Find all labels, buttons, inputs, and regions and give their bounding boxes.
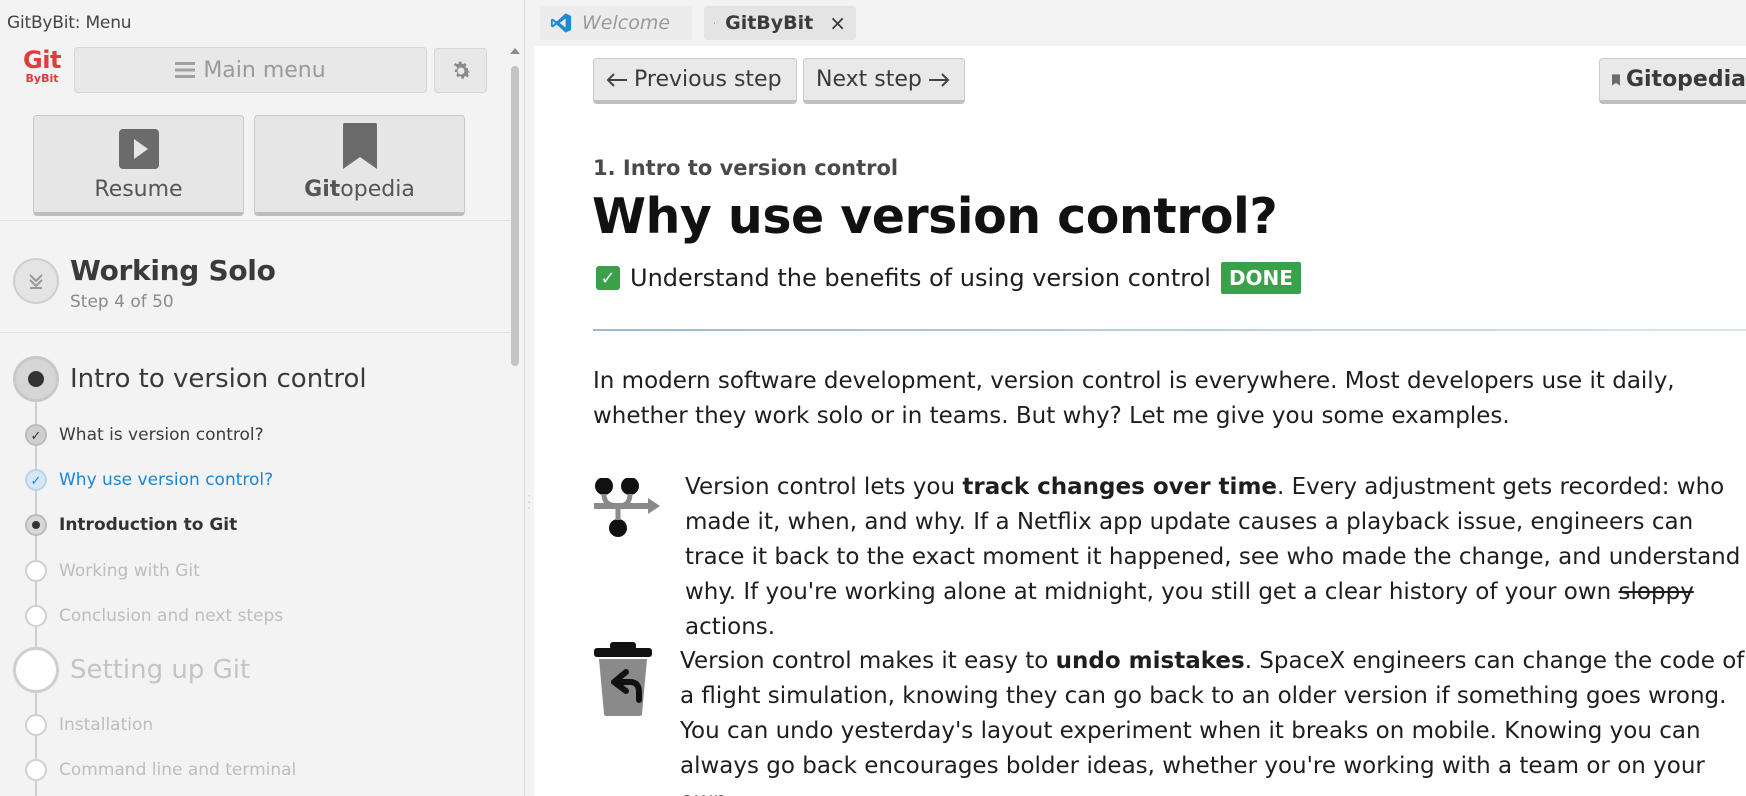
gitopedia-button[interactable]: Gitopedia <box>254 115 465 216</box>
undo-trash-icon <box>594 642 652 716</box>
tab-welcome[interactable]: Welcome <box>540 6 692 40</box>
close-icon[interactable]: × <box>829 11 846 35</box>
scrollbar-thumb[interactable] <box>511 66 519 366</box>
main-menu-button[interactable]: Main menu <box>74 47 427 93</box>
resume-button[interactable]: Resume <box>33 115 244 216</box>
editor-area: Welcome GitByBit × Previous step Next st… <box>534 0 1746 796</box>
circle-icon <box>25 605 47 627</box>
gitopedia-label-rest: opedia <box>340 177 415 202</box>
play-icon <box>118 129 159 169</box>
dot-icon <box>25 514 47 536</box>
section-node-active[interactable] <box>13 356 59 402</box>
gitbybit-logo: Git ByBit <box>20 48 64 84</box>
play-icon <box>714 22 716 24</box>
track-changes-paragraph: Version control lets you track changes o… <box>685 470 1745 645</box>
arrow-right-icon <box>928 72 950 87</box>
bookmark-icon <box>1612 73 1620 86</box>
lesson-item-label[interactable]: Introduction to Git <box>59 515 237 535</box>
menu-panel: GitByBit: Menu Git ByBit Main menu Resum… <box>0 0 525 796</box>
lesson-title: Why use version control? <box>592 188 1278 245</box>
gitopedia-label: Gitopedia <box>304 177 415 202</box>
lesson-item-label: Command line and terminal <box>59 760 297 780</box>
collapse-down-icon <box>29 274 43 289</box>
undo-mistakes-paragraph: Version control makes it easy to undo mi… <box>680 644 1746 796</box>
circle-icon <box>25 759 47 781</box>
next-step-label: Next step <box>816 67 922 92</box>
lesson-breadcrumb: 1. Intro to version control <box>593 156 899 180</box>
gitopedia-nav-label: Gitopedia <box>1625 67 1746 92</box>
settings-button[interactable] <box>434 48 487 93</box>
text-struck: sloppy <box>1618 579 1694 605</box>
check-icon: ✓ <box>25 424 47 446</box>
divider <box>593 329 1746 331</box>
circle-icon <box>25 560 47 582</box>
previous-step-label: Previous step <box>634 67 782 92</box>
gitopedia-nav-button[interactable]: Gitopedia <box>1599 58 1746 104</box>
divider <box>0 220 510 221</box>
lesson-item-label[interactable]: Why use version control? <box>59 470 273 490</box>
status-badge: DONE <box>1220 262 1301 294</box>
text-bold: undo mistakes <box>1055 648 1245 674</box>
main-menu-label: Main menu <box>203 57 326 83</box>
panel-title: GitByBit: Menu <box>7 13 132 33</box>
previous-step-button[interactable]: Previous step <box>593 58 797 104</box>
gitopedia-label-bold: Git <box>304 177 341 202</box>
next-step-button[interactable]: Next step <box>803 58 965 104</box>
course-collapse-button[interactable] <box>13 258 59 304</box>
course-title: Working Solo <box>70 254 276 287</box>
text-run: Version control lets you <box>685 474 963 500</box>
panel-splitter[interactable]: · · · <box>527 489 531 513</box>
logo-line2: ByBit <box>25 72 59 85</box>
bookmark-icon <box>342 123 377 169</box>
circle-icon <box>25 714 47 736</box>
tab-label: GitByBit <box>725 12 814 34</box>
lesson-item-label: Conclusion and next steps <box>59 606 284 626</box>
text-run: Version control makes it easy to <box>680 648 1056 674</box>
tab-gitbybit[interactable]: GitByBit × <box>704 6 856 40</box>
resume-label: Resume <box>94 177 183 202</box>
intro-paragraph: In modern software development, version … <box>593 368 1675 429</box>
goal-text: Understand the benefits of using version… <box>630 264 1211 292</box>
gear-icon <box>453 61 470 79</box>
lesson-item-label: Working with Git <box>59 561 200 581</box>
goal-row: ✓ Understand the benefits of using versi… <box>596 262 1301 294</box>
scroll-up-arrow[interactable] <box>510 48 520 54</box>
vscode-icon <box>550 13 572 33</box>
checkbox-checked-icon: ✓ <box>596 266 620 290</box>
lesson-item-label[interactable]: What is version control? <box>59 425 264 445</box>
text-bold: track changes over time <box>962 474 1278 500</box>
section-label[interactable]: Intro to version control <box>70 364 367 394</box>
git-branch-icon <box>594 478 660 537</box>
divider <box>0 332 510 333</box>
tab-bar: Welcome GitByBit × <box>534 0 1746 46</box>
course-step-counter: Step 4 of 50 <box>70 292 174 312</box>
lesson-item-label: Installation <box>59 715 154 735</box>
arrow-left-icon <box>606 72 627 87</box>
hamburger-icon <box>175 62 196 78</box>
section-label: Setting up Git <box>70 655 251 685</box>
logo-line1: Git <box>23 46 61 74</box>
text-run: actions. <box>685 614 776 640</box>
section-node <box>13 647 59 693</box>
tab-label: Welcome <box>582 12 671 34</box>
check-icon: ✓ <box>25 469 47 491</box>
